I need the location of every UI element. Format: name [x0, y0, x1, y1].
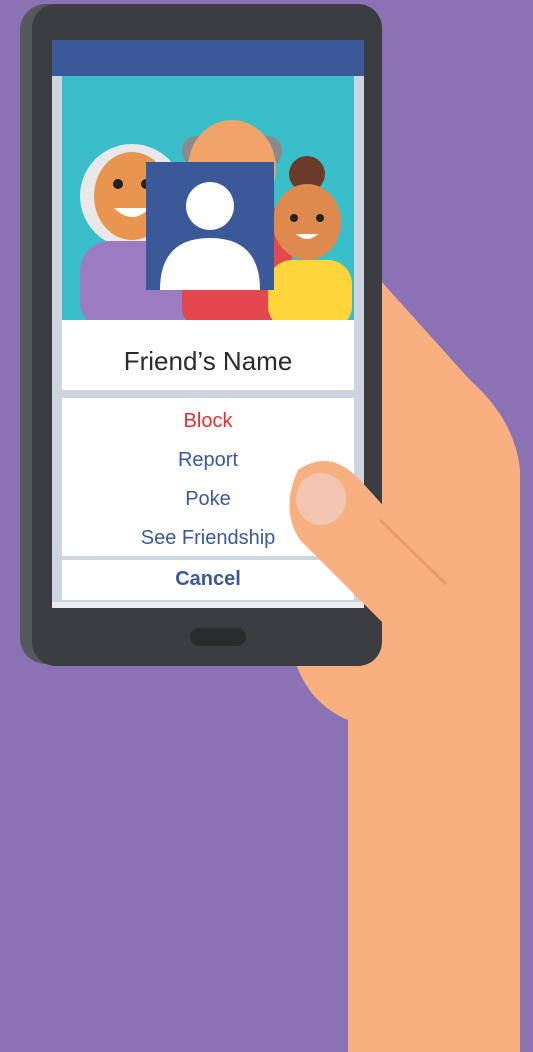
thumbnail: [296, 473, 346, 525]
thumb: [289, 461, 468, 648]
